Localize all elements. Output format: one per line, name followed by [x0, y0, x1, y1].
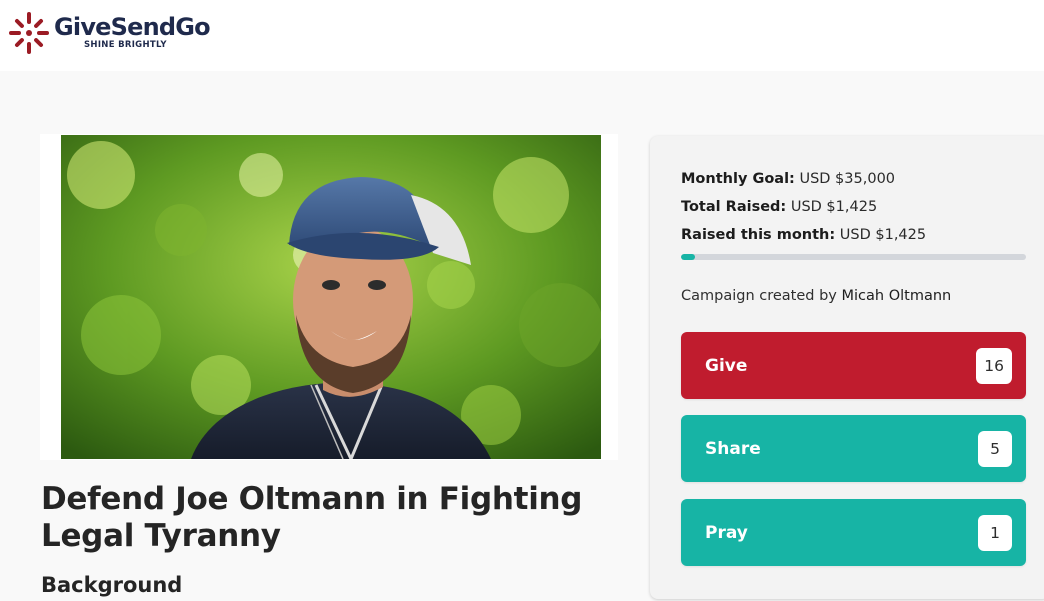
- give-button-label: Give: [705, 355, 748, 376]
- campaign-photo: [61, 135, 601, 459]
- logo-wordmark: GiveSendGo SHINE BRIGHTLY: [54, 13, 211, 50]
- creator-prefix: Campaign created by: [681, 288, 842, 304]
- monthly-goal-label: Monthly Goal:: [681, 171, 795, 187]
- creator-name-link[interactable]: Micah Oltmann: [842, 288, 952, 304]
- raised-this-month-label: Raised this month:: [681, 227, 836, 243]
- raised-this-month: Raised this month: USD $1,425: [681, 225, 926, 245]
- monthly-goal-value: USD $35,000: [794, 171, 896, 187]
- campaign-title: Defend Joe Oltmann in Fighting Legal Tyr…: [41, 481, 583, 554]
- logo-tagline: SHINE BRIGHTLY: [84, 40, 167, 50]
- logo-name: GiveSendGo: [54, 13, 211, 41]
- funding-progress-bar: [681, 254, 1026, 260]
- campaign-photo-frame: [40, 134, 618, 460]
- givesendgo-logo[interactable]: GiveSendGo SHINE BRIGHTLY: [8, 10, 211, 56]
- funding-progress-fill: [681, 254, 696, 260]
- share-button-label: Share: [705, 438, 761, 459]
- sunburst-logo-icon: [9, 12, 49, 54]
- give-button[interactable]: Give 16: [681, 332, 1026, 399]
- share-button[interactable]: Share 5: [681, 415, 1026, 482]
- donation-sidebar-card: Monthly Goal: USD $35,000 Total Raised: …: [650, 136, 1044, 599]
- total-raised-value: USD $1,425: [786, 199, 878, 215]
- campaign-photo-illustration: [61, 135, 601, 459]
- give-count-badge: 16: [976, 347, 1012, 384]
- pray-button-label: Pray: [705, 522, 748, 543]
- pray-button[interactable]: Pray 1: [681, 499, 1026, 566]
- pray-count-badge: 1: [978, 514, 1012, 551]
- total-raised-label: Total Raised:: [681, 199, 787, 215]
- background-heading: Background: [41, 573, 183, 597]
- campaign-creator: Campaign created by Micah Oltmann: [681, 286, 951, 306]
- monthly-goal: Monthly Goal: USD $35,000: [681, 169, 895, 189]
- top-navigation-bar: GiveSendGo SHINE BRIGHTLY: [0, 0, 1044, 71]
- raised-this-month-value: USD $1,425: [835, 227, 927, 243]
- total-raised: Total Raised: USD $1,425: [681, 197, 877, 217]
- share-count-badge: 5: [978, 430, 1012, 467]
